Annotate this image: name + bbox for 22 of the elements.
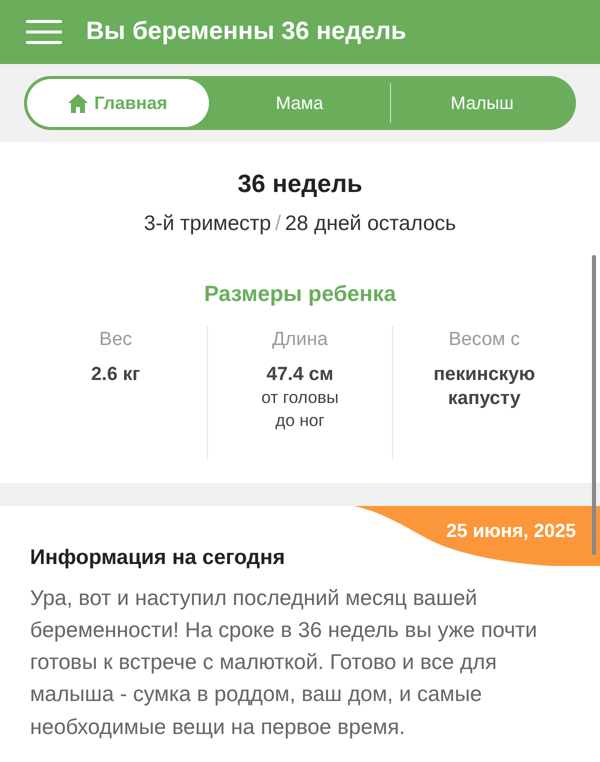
section-title: Размеры ребенка xyxy=(203,280,398,308)
tab[interactable]: Главная xyxy=(27,79,209,127)
stat-label: Весом с xyxy=(448,328,521,352)
week-count: 36 недель xyxy=(236,169,364,200)
scrollbar[interactable] xyxy=(592,255,596,555)
tab[interactable]: Малыш xyxy=(391,79,574,127)
tab[interactable]: Мама xyxy=(208,79,390,127)
stat-value: 47.4 см xyxy=(266,362,334,386)
stat-value: пекинскую капусту xyxy=(432,362,536,412)
trimester-label: 3-й триместр xyxy=(144,210,272,236)
days-remaining: 28 дней осталось xyxy=(284,210,456,236)
menu-icon[interactable] xyxy=(26,20,62,44)
stat-note: от головы до ног xyxy=(260,387,340,432)
date-label: 25 июня, 2025 xyxy=(446,520,576,544)
info-text: Ура, вот и наступил последний месяц вашей беременности! На сроке в 36 недель вы уже почти готовы к встрече с малюткой. Готово и все для малыша - сумка в роддом, ваш дом, и самые необходимые вещи на первое время. xyxy=(30,584,538,741)
page-title: Вы беременны 36 недель xyxy=(86,16,406,48)
stat-value: 2.6 кг xyxy=(90,362,142,386)
home-icon xyxy=(68,94,88,112)
info-title: Информация на сегодня xyxy=(30,545,286,572)
stat-label: Длина xyxy=(271,328,329,352)
separator: / xyxy=(275,210,281,236)
stat-label: Вес xyxy=(98,328,134,352)
